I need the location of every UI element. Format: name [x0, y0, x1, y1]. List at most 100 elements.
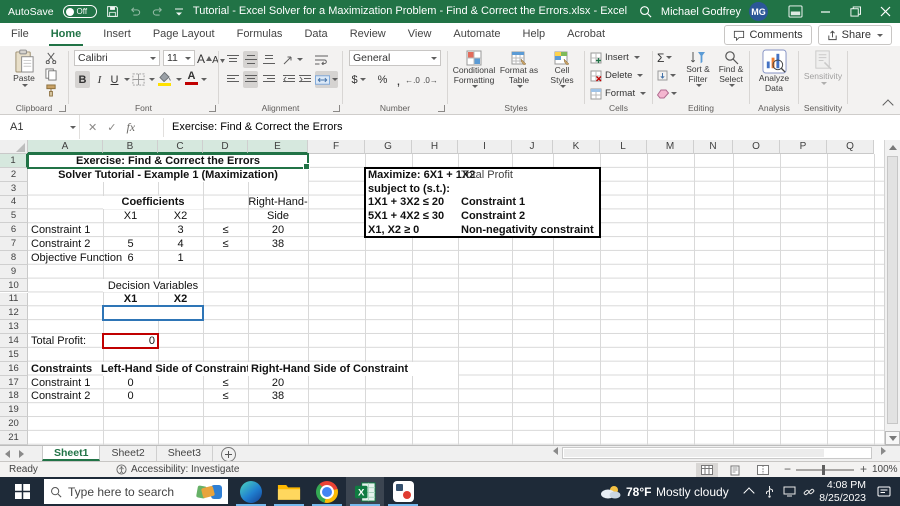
- cell-a18[interactable]: Constraint 2: [28, 389, 103, 403]
- confirm-entry-icon[interactable]: ✓: [107, 121, 116, 134]
- cell-g6[interactable]: X1, X2 ≥ 0: [365, 223, 419, 237]
- tab-insert[interactable]: Insert: [92, 23, 142, 46]
- increase-indent-icon[interactable]: [297, 71, 312, 88]
- cell-i4[interactable]: Constraint 1: [458, 196, 525, 210]
- col-header-m[interactable]: M: [647, 140, 694, 154]
- row-header-21[interactable]: 21: [0, 431, 28, 445]
- cut-icon[interactable]: [45, 52, 57, 64]
- tab-acrobat[interactable]: Acrobat: [556, 23, 616, 46]
- cell-g4[interactable]: 1X1 + 3X2 ≤ 20: [365, 196, 444, 210]
- cell-d18[interactable]: ≤: [203, 389, 248, 403]
- restore-icon[interactable]: [840, 0, 870, 23]
- tab-home[interactable]: Home: [40, 23, 93, 46]
- taskbar-excel-icon[interactable]: X: [346, 477, 384, 506]
- increase-decimal-icon[interactable]: ←.0: [405, 72, 420, 89]
- bold-icon[interactable]: B: [75, 71, 90, 88]
- cell-b11[interactable]: X1: [103, 293, 158, 307]
- autosave-toggle[interactable]: Off: [62, 5, 97, 18]
- user-name[interactable]: Michael Godfrey: [661, 6, 741, 18]
- col-header-f[interactable]: F: [308, 140, 365, 154]
- cell-e7[interactable]: 38: [248, 237, 308, 251]
- sensitivity-button[interactable]: Sensitivity: [801, 49, 845, 85]
- align-right-icon[interactable]: [261, 71, 276, 88]
- search-icon[interactable]: [631, 0, 661, 23]
- col-header-g[interactable]: G: [365, 140, 412, 154]
- save-icon[interactable]: [106, 5, 119, 18]
- cell-a8[interactable]: Objective Function: [28, 251, 122, 265]
- align-middle-icon[interactable]: [243, 51, 258, 68]
- fill-handle[interactable]: [303, 162, 310, 170]
- underline-icon[interactable]: U: [107, 71, 122, 88]
- font-color-dropdown-icon[interactable]: [201, 78, 207, 81]
- cell-e5[interactable]: Side: [248, 209, 308, 223]
- name-box-dropdown-icon[interactable]: [70, 126, 76, 129]
- scroll-down-icon[interactable]: [885, 431, 900, 445]
- conditional-formatting-button[interactable]: Conditional Formatting: [450, 50, 498, 88]
- zoom-out-icon[interactable]: −: [784, 462, 791, 478]
- grow-font-icon[interactable]: A: [197, 50, 213, 67]
- col-header-e[interactable]: E: [248, 140, 308, 154]
- cell-e16[interactable]: Right-Hand Side of Constraint: [248, 361, 458, 376]
- taskbar-edge-icon[interactable]: [232, 477, 270, 506]
- horizontal-scroll-thumb[interactable]: [564, 449, 824, 457]
- row-header-2[interactable]: 2: [0, 167, 28, 182]
- row-header-7[interactable]: 7: [0, 237, 28, 251]
- taskbar-chrome-icon[interactable]: [308, 477, 346, 506]
- cell-g3[interactable]: subject to (s.t.):: [365, 182, 450, 196]
- vertical-scroll-thumb[interactable]: [887, 156, 898, 424]
- cell-c5[interactable]: X2: [158, 209, 203, 223]
- orientation-icon[interactable]: [283, 51, 303, 68]
- tab-formulas[interactable]: Formulas: [226, 23, 294, 46]
- zoom-level[interactable]: 100%: [872, 464, 898, 475]
- cell-c11[interactable]: X2: [158, 293, 203, 307]
- underline-dropdown-icon[interactable]: [124, 78, 130, 81]
- find-select-button[interactable]: Find & Select: [715, 50, 747, 87]
- cell-g2[interactable]: Maximize: 6X1 + 1X2: [365, 168, 475, 182]
- merge-center-icon[interactable]: [315, 71, 338, 88]
- row-header-17[interactable]: 17: [0, 375, 28, 390]
- accounting-format-icon[interactable]: $: [351, 71, 366, 88]
- sheet-tab-sheet2[interactable]: Sheet2: [100, 446, 157, 461]
- font-size-select[interactable]: 11: [163, 50, 195, 66]
- wrap-text-icon[interactable]: [314, 51, 329, 68]
- sort-filter-button[interactable]: Sort & Filter: [681, 50, 715, 87]
- col-header-a[interactable]: A: [28, 140, 103, 154]
- delete-cells-button[interactable]: Delete: [590, 68, 644, 83]
- tab-file[interactable]: File: [0, 23, 40, 46]
- row-header-6[interactable]: 6: [0, 223, 28, 238]
- row-header-8[interactable]: 8: [0, 250, 28, 265]
- fill-color-icon[interactable]: [158, 72, 171, 86]
- cell-a6[interactable]: Constraint 1: [28, 223, 103, 237]
- redo-icon[interactable]: [151, 5, 165, 18]
- tab-review[interactable]: Review: [339, 23, 397, 46]
- comments-button[interactable]: Comments: [724, 25, 812, 45]
- cell-b10[interactable]: Decision Variables: [103, 278, 203, 293]
- insert-function-icon[interactable]: fx: [126, 120, 135, 135]
- cell-d6[interactable]: ≤: [203, 223, 248, 237]
- formula-content[interactable]: Exercise: Find & Correct the Errors: [172, 115, 343, 139]
- tray-usb-icon[interactable]: [760, 477, 778, 506]
- tab-automate[interactable]: Automate: [442, 23, 511, 46]
- ribbon-display-options-icon[interactable]: [780, 0, 810, 23]
- tray-display-icon[interactable]: [780, 477, 798, 506]
- normal-view-icon[interactable]: [696, 463, 718, 477]
- decision-variables-box[interactable]: [102, 305, 204, 322]
- format-painter-icon[interactable]: [45, 84, 57, 97]
- sheet-tab-sheet1[interactable]: Sheet1: [42, 446, 101, 461]
- row-header-11[interactable]: 11: [0, 292, 28, 307]
- borders-dropdown-icon[interactable]: [149, 78, 155, 81]
- format-as-table-button[interactable]: Format as Table: [498, 50, 540, 88]
- accessibility-status[interactable]: Accessibility: Investigate: [131, 464, 239, 475]
- col-header-b[interactable]: B: [103, 140, 158, 154]
- cell-b14[interactable]: 0: [103, 334, 158, 348]
- row-header-19[interactable]: 19: [0, 403, 28, 418]
- select-all-corner[interactable]: [0, 140, 28, 154]
- clipboard-dialog-launcher[interactable]: [59, 105, 66, 112]
- row-header-13[interactable]: 13: [0, 320, 28, 335]
- cell-e18[interactable]: 38: [248, 389, 308, 403]
- fill-icon[interactable]: [657, 67, 676, 84]
- col-header-k[interactable]: K: [553, 140, 600, 154]
- cell-i5[interactable]: Constraint 2: [458, 209, 525, 223]
- taskbar-search[interactable]: Type here to search: [44, 479, 228, 504]
- hscroll-left-icon[interactable]: [548, 447, 562, 455]
